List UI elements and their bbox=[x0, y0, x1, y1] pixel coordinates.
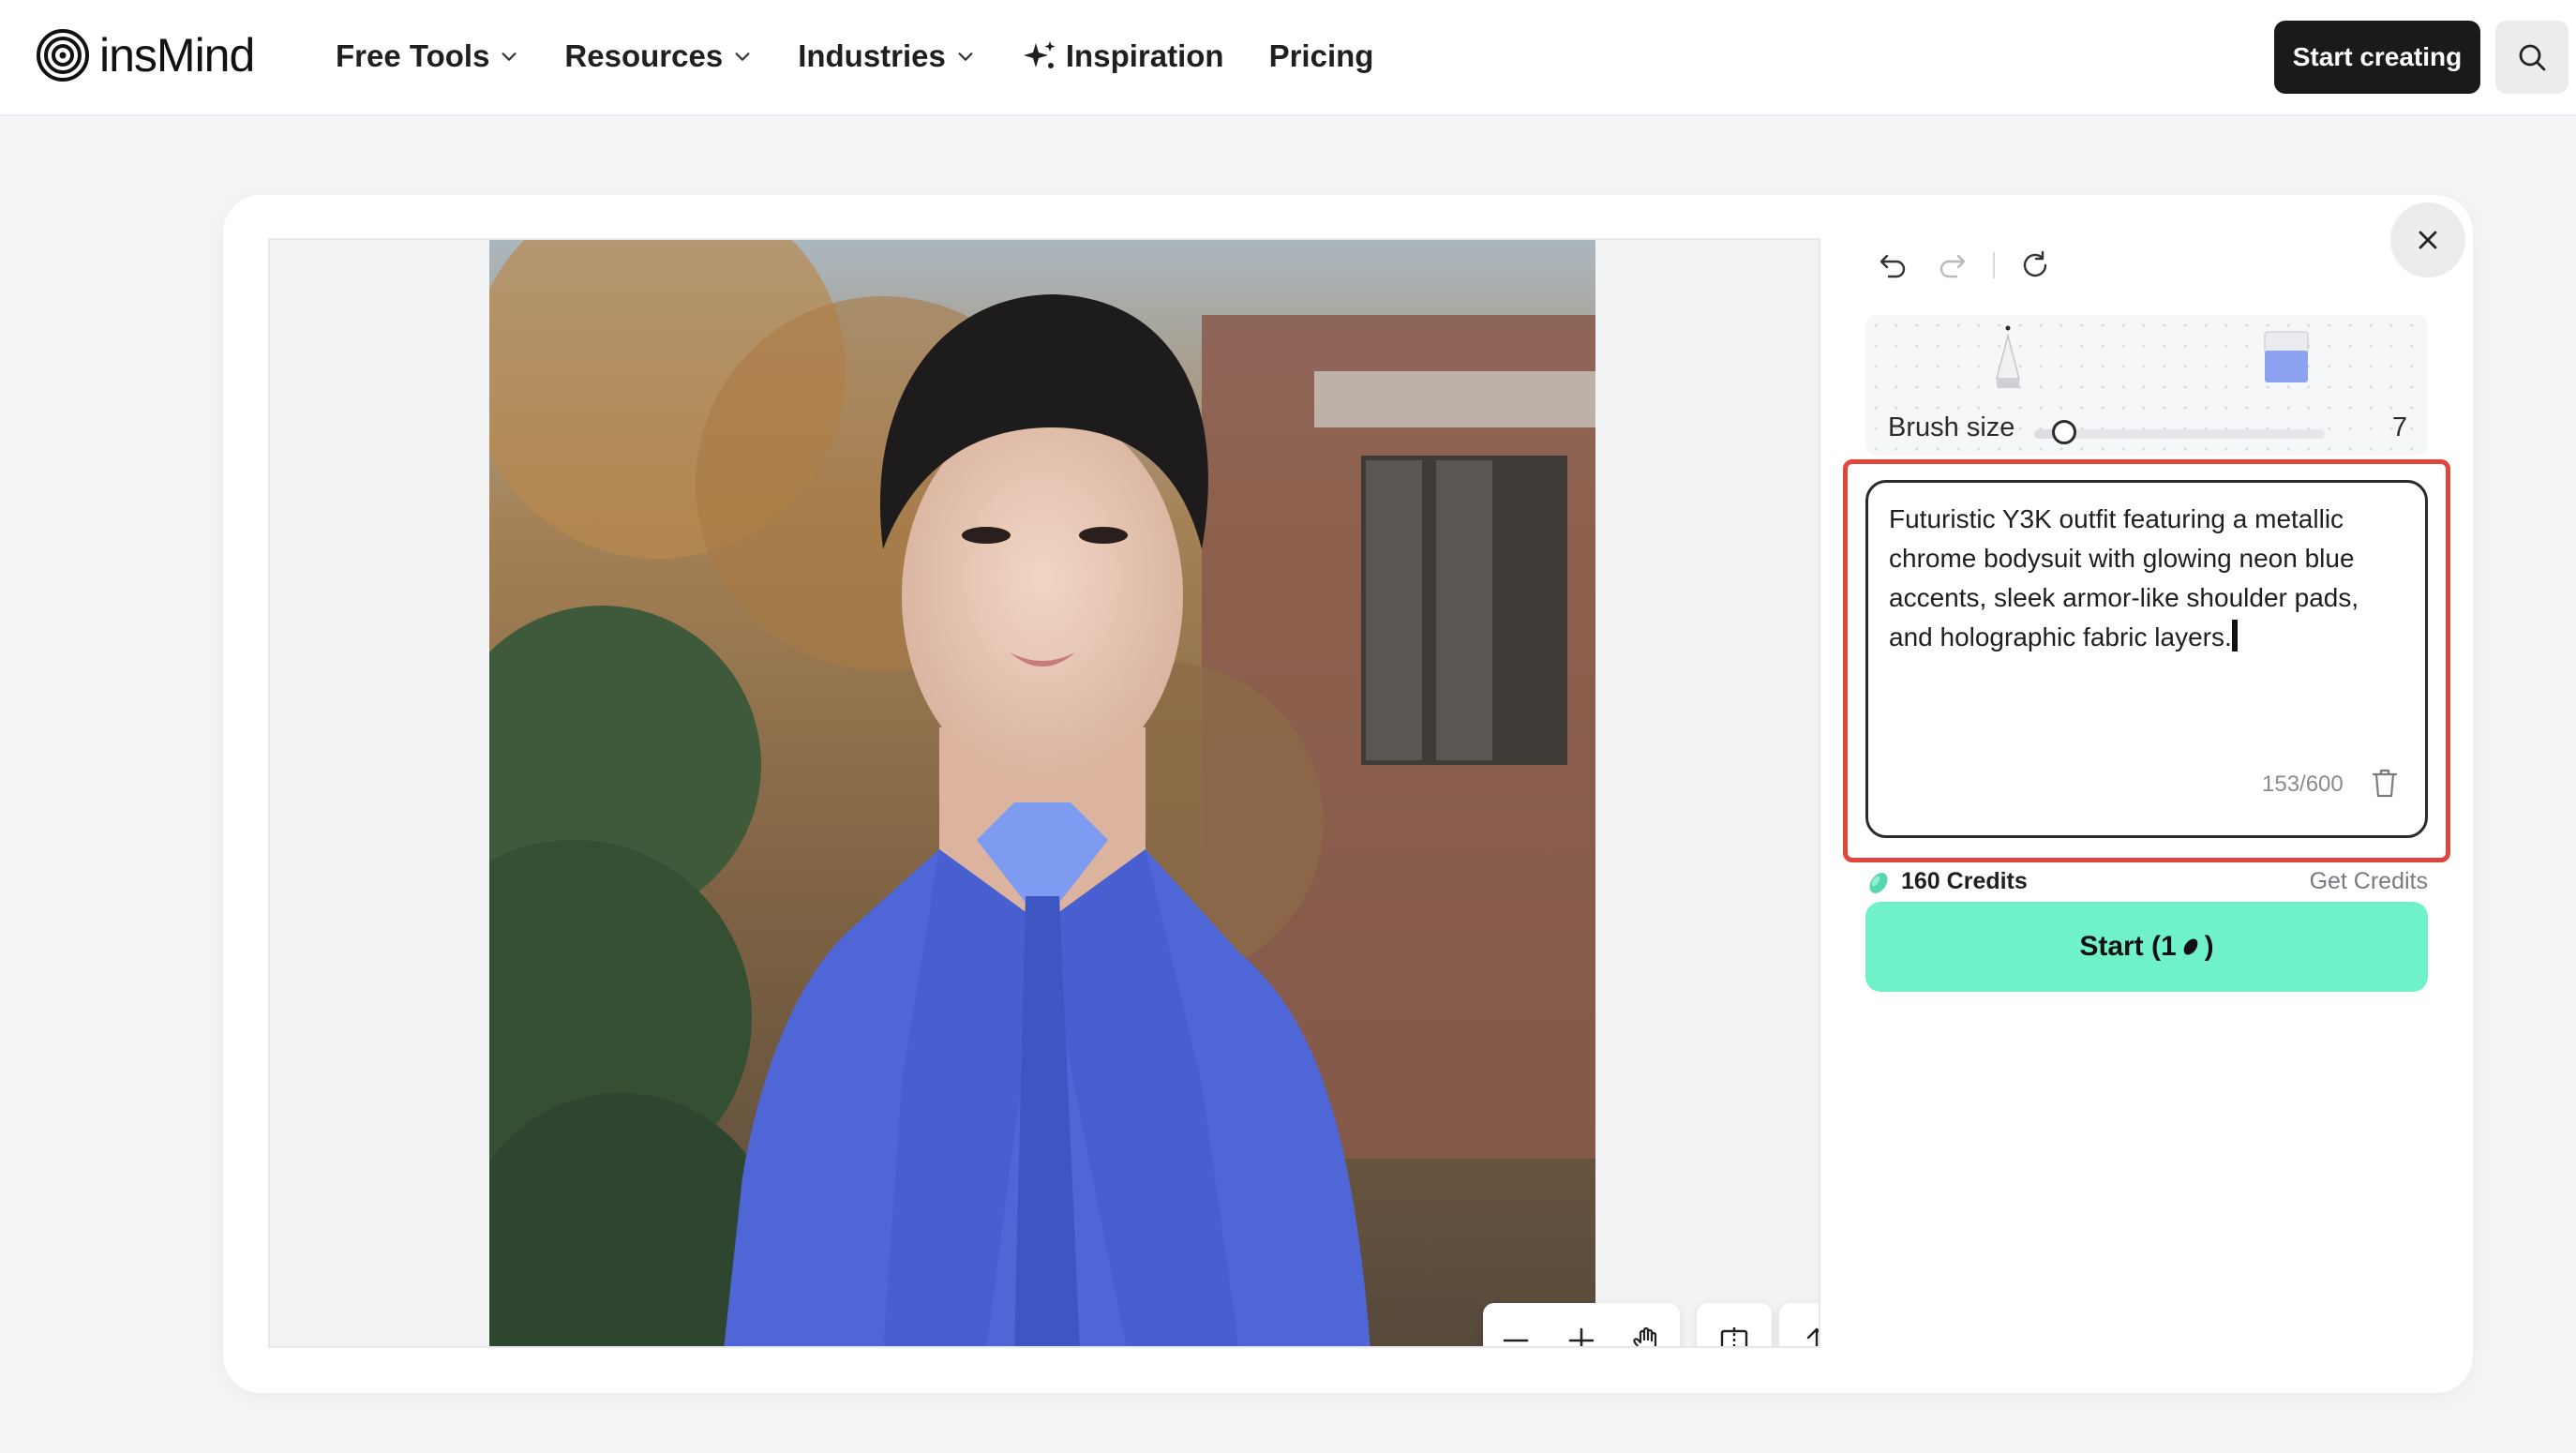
nav-industries-label: Industries bbox=[798, 38, 946, 73]
zoom-out-button[interactable] bbox=[1490, 1314, 1542, 1346]
trash-icon[interactable] bbox=[2369, 766, 2401, 800]
brush-settings: Brush size 7 bbox=[1865, 315, 2428, 456]
undo-icon bbox=[1880, 254, 1906, 278]
prompt-textarea[interactable]: Futuristic Y3K outfit featuring a metall… bbox=[1865, 480, 2428, 838]
start-button-label: Start (1 bbox=[2079, 931, 2177, 962]
zoom-in-button[interactable] bbox=[1555, 1314, 1608, 1346]
search-button[interactable] bbox=[2495, 21, 2569, 94]
plus-icon bbox=[1568, 1327, 1595, 1346]
zoom-controls bbox=[1483, 1303, 1680, 1346]
compare-icon bbox=[1720, 1327, 1748, 1346]
editor-card: Brush size 7 Futuristic Y3K outfit featu… bbox=[223, 195, 2473, 1393]
editing-photo[interactable] bbox=[489, 240, 1595, 1346]
hand-icon bbox=[1633, 1326, 1657, 1346]
nav-inspiration-label: Inspiration bbox=[1065, 38, 1224, 73]
credit-bean-icon bbox=[1869, 873, 1888, 893]
top-header: insMind Free Tools Resources Industries … bbox=[0, 0, 2576, 116]
canvas-area[interactable] bbox=[268, 238, 1820, 1348]
eraser-icon[interactable] bbox=[2263, 330, 2310, 386]
insmind-logo[interactable]: insMind bbox=[36, 28, 255, 82]
nav-free-tools[interactable]: Free Tools bbox=[336, 38, 519, 74]
nav-inspiration[interactable]: Inspiration bbox=[1021, 37, 1224, 75]
credit-bean-icon bbox=[2183, 938, 2198, 955]
start-creating-button[interactable]: Start creating bbox=[2274, 21, 2480, 94]
start-button[interactable]: Start (1 ) bbox=[1865, 902, 2428, 992]
get-credits-link[interactable]: Get Credits bbox=[2310, 868, 2428, 895]
main-nav: Free Tools Resources Industries Inspirat… bbox=[336, 30, 1418, 82]
redo-icon bbox=[1939, 254, 1966, 278]
logo-text: insMind bbox=[99, 29, 255, 82]
pan-button[interactable] bbox=[1621, 1314, 1673, 1346]
redo-button[interactable] bbox=[1933, 246, 1972, 285]
upload-icon bbox=[1806, 1327, 1819, 1346]
credits-balance: 160 Credits bbox=[1901, 868, 2028, 894]
minus-icon bbox=[1503, 1339, 1529, 1342]
brush-pen-icon[interactable] bbox=[1989, 324, 2027, 390]
sparkle-icon bbox=[1023, 41, 1056, 68]
compare-button[interactable] bbox=[1697, 1303, 1772, 1346]
undo-button[interactable] bbox=[1873, 246, 1912, 285]
history-controls bbox=[1873, 246, 2075, 285]
text-caret bbox=[2231, 620, 2238, 652]
nav-resources[interactable]: Resources bbox=[564, 38, 753, 74]
brush-size-thumb[interactable] bbox=[2052, 420, 2076, 444]
reset-button[interactable] bbox=[2015, 246, 2055, 285]
close-button[interactable] bbox=[2390, 202, 2465, 277]
refresh-icon bbox=[2023, 250, 2047, 277]
close-icon bbox=[2419, 231, 2437, 249]
chevron-down-icon bbox=[735, 52, 750, 61]
credits-row: 160 Credits Get Credits bbox=[1865, 862, 2428, 900]
nav-pricing[interactable]: Pricing bbox=[1269, 38, 1374, 74]
prompt-text-container: Futuristic Y3K outfit featuring a metall… bbox=[1889, 500, 2395, 657]
nav-resources-label: Resources bbox=[564, 38, 724, 73]
upload-button[interactable] bbox=[1779, 1303, 1819, 1346]
logo-mark-icon bbox=[37, 29, 89, 82]
nav-industries[interactable]: Industries bbox=[798, 38, 976, 74]
chevron-down-icon bbox=[958, 52, 973, 61]
nav-free-tools-label: Free Tools bbox=[336, 38, 490, 73]
chevron-down-icon bbox=[502, 52, 517, 61]
portrait-image bbox=[489, 240, 1595, 1346]
nav-pricing-label: Pricing bbox=[1268, 38, 1374, 73]
search-icon bbox=[2519, 44, 2546, 71]
brush-size-slider[interactable] bbox=[2034, 420, 2325, 444]
divider bbox=[1993, 252, 1995, 278]
start-button-suffix: ) bbox=[2204, 931, 2214, 962]
char-counter: 153/600 bbox=[2262, 771, 2344, 797]
brush-size-value: 7 bbox=[2391, 412, 2407, 442]
prompt-text: Futuristic Y3K outfit featuring a metall… bbox=[1889, 504, 2359, 652]
brush-size-label: Brush size bbox=[1888, 412, 2015, 442]
